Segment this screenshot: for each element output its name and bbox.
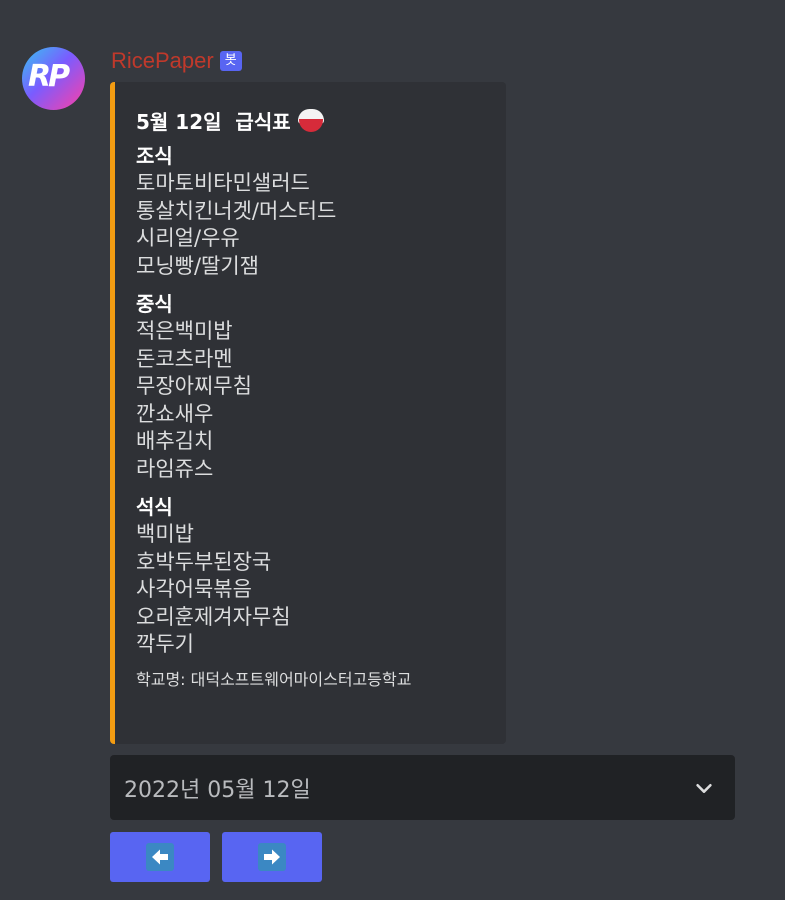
message-header: RicePaper 봇 <box>111 47 242 75</box>
left-arrow-icon <box>146 843 174 871</box>
embed-title: 5월 12일 급식표 <box>136 109 291 134</box>
avatar-logo-text: RP <box>28 59 70 94</box>
section-title: 조식 <box>136 144 173 168</box>
menu-item: 깍두기 <box>136 632 194 656</box>
embed-title-row: 5월 12일 급식표 <box>136 104 506 136</box>
menu-item: 통살치킨너겟/머스터드 <box>136 198 337 223</box>
menu-item: 돈코츠라멘 <box>136 346 233 371</box>
date-select[interactable]: 2022년 05월 12일 <box>110 755 735 820</box>
menu-item: 시리얼/우유 <box>136 226 240 250</box>
menu-item: 배추김치 <box>136 429 214 453</box>
menu-item: 무장아찌무침 <box>136 374 252 398</box>
date-select-value: 2022년 05월 12일 <box>124 777 311 803</box>
school-name: 학교명: 대덕소프트웨어마이스터고등학교 <box>136 669 412 689</box>
breakfast-section: 조식 토마토비타민샐러드 통살치킨너겟/머스터드 시리얼/우유 모닝빵/딸기잼 <box>136 142 506 280</box>
menu-item: 사각어묵볶음 <box>136 577 252 601</box>
menu-item: 라임쥬스 <box>136 456 214 481</box>
menu-item: 호박두부된장국 <box>136 549 272 574</box>
menu-item: 백미밥 <box>136 522 194 546</box>
author-name[interactable]: RicePaper <box>111 47 214 75</box>
section-title: 중식 <box>136 292 173 316</box>
menu-item: 토마토비타민샐러드 <box>136 171 310 195</box>
prev-day-button[interactable] <box>110 832 210 882</box>
bot-message: RP RicePaper 봇 5월 12일 급식표 조식 토마토비타민샐러드 통… <box>0 0 785 900</box>
avatar[interactable]: RP <box>22 47 85 110</box>
menu-item: 적은백미밥 <box>136 319 233 343</box>
bot-badge: 봇 <box>219 51 242 71</box>
menu-item: 깐쇼새우 <box>136 401 214 426</box>
menu-item: 모닝빵/딸기잼 <box>136 253 259 278</box>
dinner-section: 석식 백미밥 호박두부된장국 사각어묵볶음 오리훈제겨자무침 깍두기 <box>136 493 506 659</box>
next-day-button[interactable] <box>222 832 322 882</box>
lunch-section: 중식 적은백미밥 돈코츠라멘 무장아찌무침 깐쇼새우 배추김치 라임쥬스 <box>136 290 506 483</box>
rice-bowl-icon <box>297 107 325 133</box>
menu-item: 오리훈제겨자무침 <box>136 604 291 629</box>
section-title: 석식 <box>136 495 173 519</box>
right-arrow-icon <box>258 843 286 871</box>
chevron-down-icon <box>696 783 712 793</box>
meal-embed: 5월 12일 급식표 조식 토마토비타민샐러드 통살치킨너겟/머스터드 시리얼/… <box>110 82 506 744</box>
